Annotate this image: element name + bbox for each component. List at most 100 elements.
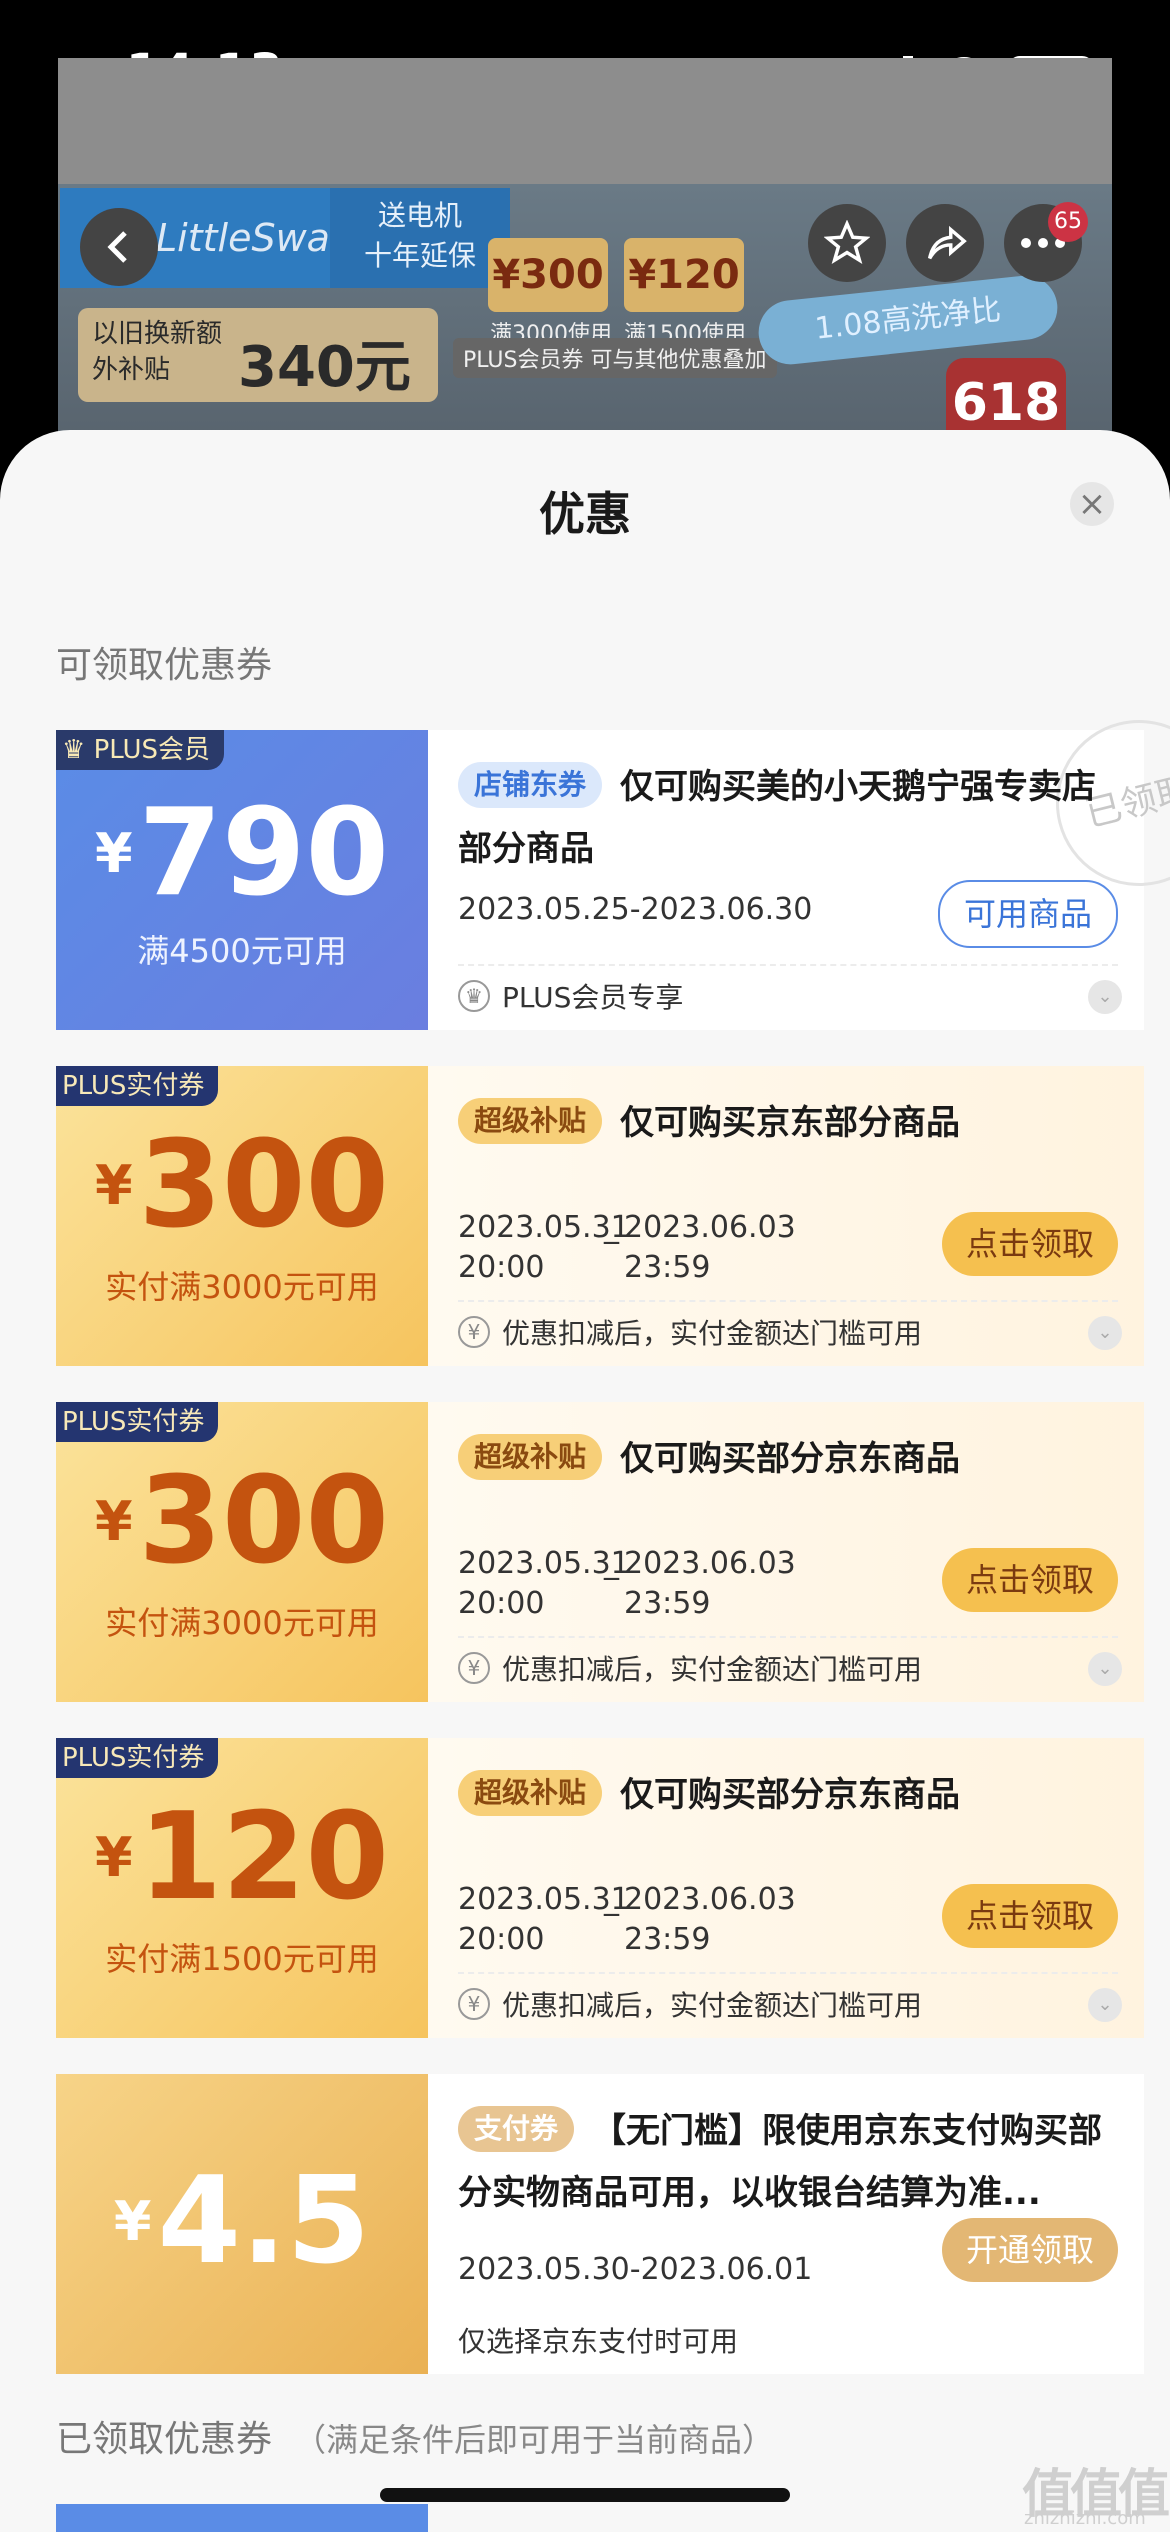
close-button[interactable]: × <box>1070 482 1114 526</box>
amount-value: 120 <box>138 1788 390 1927</box>
claimed-coupon-peek <box>56 2504 428 2532</box>
chevron-left-icon <box>107 231 127 263</box>
warranty-line1: 送电机 <box>377 199 462 232</box>
share-icon <box>927 225 967 260</box>
note-text: 仅选择京东支付时可用 <box>458 2325 739 2358</box>
coupon-type-tag: 支付券 <box>458 2106 575 2152</box>
claimed-label-sub: （满足条件后即可用于当前商品） <box>294 2421 775 2459</box>
amount-value: 790 <box>138 784 390 923</box>
coupon-desc-text: 仅可购买部分京东商品 <box>620 1775 961 1815</box>
end-time: 23:59 <box>624 1586 711 1621</box>
activate-claim-button[interactable]: 开通领取 <box>941 2218 1118 2282</box>
coupon-description: 超级补贴 仅可购买部分京东商品 <box>458 1428 1118 1490</box>
coupon-card: ♛ PLUS会员 ¥790 满4500元可用 已领取 店铺东券 仅可购买美的小天鹅… <box>56 702 1170 1030</box>
coupon-amount: ¥4.5 <box>56 2152 428 2291</box>
end-time: 23:59 <box>624 1922 711 1957</box>
coupon-date: 2023.05.30-2023.06.01 <box>458 2252 813 2287</box>
tradein-amount: 340元 <box>238 335 411 400</box>
coupon-amount-panel: PLUS实付券 ¥120 实付满1500元可用 <box>56 1738 428 2038</box>
plus-pay-tag: PLUS实付券 <box>56 1402 219 1442</box>
coupon-detail: 超级补贴 仅可购买京东部分商品 2023.05.31 20:00 _ 2023.06… <box>428 1066 1144 1366</box>
divider <box>458 964 1118 966</box>
coupon-condition: 实付满3000元可用 <box>105 1604 379 1642</box>
claim-button[interactable]: 点击领取 <box>941 1212 1118 1276</box>
claimed-label-text: 已领取优惠券 <box>56 2419 273 2460</box>
coupon-note: ¥ 优惠扣减后，实付金额达门槛可用 <box>458 1312 922 1352</box>
plus-stack-note: PLUS会员券 可与其他优惠叠加 <box>453 338 777 378</box>
coupon-amount: ¥300 <box>56 1116 428 1255</box>
divider <box>458 1636 1118 1638</box>
coupon-amount: ¥120 <box>56 1788 428 1927</box>
divider <box>458 1300 1118 1302</box>
coupon-detail: 超级补贴 仅可购买部分京东商品 2023.05.31 20:00 _ 2023.06… <box>428 1402 1144 1702</box>
start-time: 20:00 <box>458 1250 545 1285</box>
home-indicator[interactable] <box>380 2488 790 2502</box>
note-text: 优惠扣减后，实付金额达门槛可用 <box>502 1317 923 1350</box>
note-text: 优惠扣减后，实付金额达门槛可用 <box>502 1653 923 1686</box>
end-time: 23:59 <box>624 1250 711 1285</box>
chevron-down-icon: ⌄ <box>1097 986 1113 1007</box>
coupon-date-end: 2023.06.03 23:59 <box>624 1208 796 1288</box>
watermark-site: zhizhizhi.com <box>1024 2508 1146 2529</box>
coupon-description: 店铺东券 仅可购买美的小天鹅宁强专卖店部分商品 <box>458 756 1118 880</box>
divider <box>458 1972 1118 1974</box>
coupon-amount-panel: PLUS实付券 ¥300 实付满3000元可用 <box>56 1402 428 1702</box>
coupon-card: PLUS实付券 ¥120 实付满1500元可用 超级补贴 仅可购买部分京东商品 2… <box>56 1738 1144 2038</box>
coupon-note: 仅选择京东支付时可用 <box>458 2320 738 2360</box>
yen-symbol: ¥ <box>113 2190 152 2253</box>
tradein-label: 以旧换新额外补贴 <box>92 319 223 385</box>
claimed-coupons-label: 已领取优惠券 （满足条件后即可用于当前商品） <box>56 2410 774 2462</box>
corner-tag-label: PLUS会员 <box>93 735 210 765</box>
coupon-amount: ¥790 <box>56 784 428 923</box>
expand-button[interactable]: ⌄ <box>1088 980 1122 1014</box>
warranty-line2: 十年延保 <box>363 239 476 272</box>
expand-button[interactable]: ⌄ <box>1088 1316 1122 1350</box>
coupon-date: 2023.05.25-2023.06.30 <box>458 892 813 927</box>
message-badge: 65 <box>1048 202 1088 242</box>
sheet-title: 优惠 <box>539 487 631 541</box>
claim-button[interactable]: 点击领取 <box>941 1548 1118 1612</box>
coupon-description: 超级补贴 仅可购买部分京东商品 <box>458 1764 1118 1826</box>
back-button[interactable] <box>80 208 158 286</box>
coupon-detail: 已领取 店铺东券 仅可购买美的小天鹅宁强专卖店部分商品 2023.05.25-20… <box>428 702 1170 1030</box>
favorite-button[interactable] <box>808 204 886 282</box>
coupon-date-end: 2023.06.03 23:59 <box>624 1880 796 1960</box>
coupon-note: ¥ 优惠扣减后，实付金额达门槛可用 <box>458 1984 922 2024</box>
amount-value: 4.5 <box>157 2152 371 2291</box>
coupon-detail: 超级补贴 仅可购买部分京东商品 2023.05.31 20:00 _ 2023.06… <box>428 1738 1144 2038</box>
plus-pay-tag: PLUS实付券 <box>56 1738 219 1778</box>
yen-icon: ¥ <box>458 1316 490 1348</box>
available-coupons-label: 可领取优惠券 <box>56 645 273 686</box>
amount-value: 300 <box>138 1452 390 1591</box>
crown-icon: ♛ <box>458 980 490 1012</box>
yen-symbol: ¥ <box>94 1154 133 1217</box>
note-text: PLUS会员专享 <box>502 981 684 1014</box>
coupon-type-tag: 超级补贴 <box>458 1098 603 1144</box>
chevron-down-icon: ⌄ <box>1097 1658 1113 1679</box>
coupon-date-end: 2023.06.03 23:59 <box>624 1544 796 1624</box>
plus-pay-tag: PLUS实付券 <box>56 1066 219 1106</box>
warranty-label: 送电机 十年延保 <box>330 188 510 288</box>
yen-icon: ¥ <box>458 1988 490 2020</box>
star-icon <box>824 220 870 265</box>
note-text: 优惠扣减后，实付金额达门槛可用 <box>502 1989 923 2022</box>
coupon-desc-text: 仅可购买京东部分商品 <box>620 1103 961 1143</box>
coupon-condition: 实付满3000元可用 <box>105 1268 379 1306</box>
coupon-type-tag: 超级补贴 <box>458 1434 603 1480</box>
coupon-note: ¥ 优惠扣减后，实付金额达门槛可用 <box>458 1648 922 1688</box>
coupon-type-tag: 店铺东券 <box>458 762 603 808</box>
amount-value: 300 <box>138 1116 390 1255</box>
close-icon: × <box>1077 484 1107 524</box>
expand-button[interactable]: ⌄ <box>1088 1652 1122 1686</box>
expand-button[interactable]: ⌄ <box>1088 1988 1122 2022</box>
coupon-note: ♛ PLUS会员专享 <box>458 976 683 1016</box>
coupon-description: 支付券 【无门槛】限使用京东支付购买部分实物商品可用，以收银台结算为准... <box>458 2100 1118 2224</box>
share-button[interactable] <box>906 204 984 282</box>
coupon-card: ¥4.5 支付券 【无门槛】限使用京东支付购买部分实物商品可用，以收银台结算为准.… <box>56 2074 1144 2374</box>
yen-symbol: ¥ <box>94 1490 133 1553</box>
chevron-down-icon: ⌄ <box>1097 1994 1113 2015</box>
coupon-type-tag: 超级补贴 <box>458 1770 603 1816</box>
claim-button[interactable]: 点击领取 <box>941 1884 1118 1948</box>
available-products-button[interactable]: 可用商品 <box>937 880 1118 948</box>
coupon-desc-text: 仅可购买部分京东商品 <box>620 1439 961 1479</box>
